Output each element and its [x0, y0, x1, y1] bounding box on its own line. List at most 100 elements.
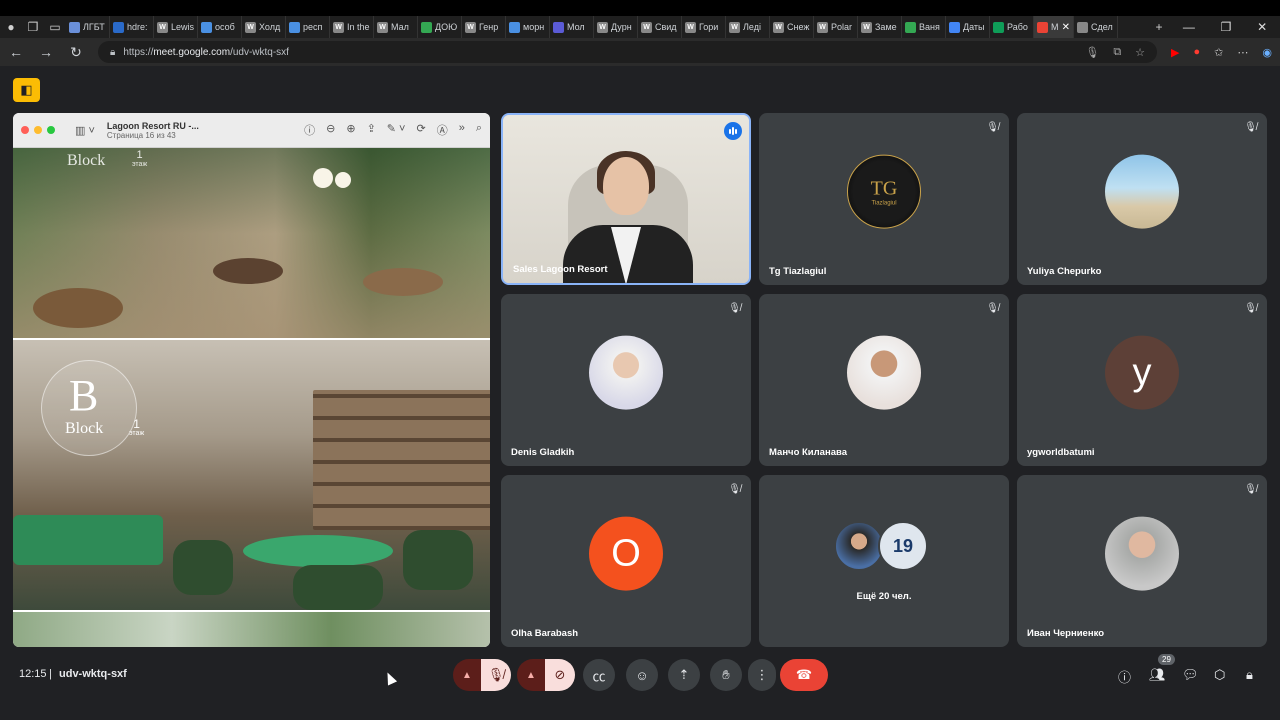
zoom-dot-icon[interactable]	[47, 126, 55, 134]
browser-tab[interactable]: W Заме	[858, 16, 902, 38]
maximize-icon[interactable]: ❐	[1221, 20, 1232, 34]
microphone-icon[interactable]: 🎙︎	[1085, 46, 1099, 59]
zoom-in-icon[interactable]: ⊕	[346, 122, 355, 138]
favorite-star-icon[interactable]: ☆	[1135, 46, 1145, 59]
back-icon[interactable]: ←	[8, 44, 24, 60]
document-page: Страница 16 из 43	[106, 130, 176, 140]
minimize-icon[interactable]: —	[1183, 20, 1195, 34]
mic-off-icon: 🎙︎̸	[986, 122, 999, 133]
host-controls-icon[interactable]: 🔒︎	[1246, 667, 1253, 683]
captions-button[interactable]: ㏄	[583, 659, 615, 691]
info-icon[interactable]: ⓘ	[304, 122, 315, 138]
participant-tile[interactable]: 🎙︎̸ Denis Gladkih	[501, 294, 751, 466]
share-icon[interactable]: ⇪	[367, 122, 376, 138]
table-shape	[213, 258, 283, 284]
camera-off-button[interactable]: ⊘	[545, 659, 575, 691]
video-options-button[interactable]: ▲	[517, 659, 545, 691]
sidebar-toggle-icon[interactable]: ▥ ˅	[75, 124, 95, 137]
emoji-reaction-button[interactable]: ☺	[626, 659, 658, 691]
raise-hand-button[interactable]: ✋︎	[710, 659, 742, 691]
browser-tab[interactable]: W Мал	[374, 16, 418, 38]
browser-tab[interactable]: W Lewis	[154, 16, 198, 38]
participant-tile[interactable]: y 🎙︎̸ ygworldbatumi	[1017, 294, 1267, 466]
browser-tab[interactable]: респ	[286, 16, 330, 38]
document-title: Lagoon Resort RU -...	[106, 120, 199, 131]
browser-tab[interactable]: Сдел	[1074, 16, 1118, 38]
browser-tab[interactable]: M ✕	[1034, 16, 1074, 38]
browser-tab[interactable]: hdre:	[110, 16, 154, 38]
leave-call-button[interactable]: ☎︎	[780, 659, 828, 691]
browser-tab[interactable]: Мол	[550, 16, 594, 38]
floor-word: этаж	[129, 430, 145, 437]
participant-tile[interactable]: TG Tiazlagiul 🎙︎̸ Tg Tiazlagiul	[759, 113, 1009, 285]
copilot-icon[interactable]: ◉	[1262, 46, 1272, 59]
close-dot-icon[interactable]	[21, 126, 29, 134]
floor-label: 1 этаж	[129, 418, 144, 437]
zoom-out-icon[interactable]: ⊖	[326, 122, 335, 138]
participant-tile[interactable]: 🎙︎̸ Манчо Киланава	[759, 294, 1009, 466]
record-extension-icon[interactable]: ●	[1194, 46, 1201, 58]
browser-tab[interactable]: Даты	[946, 16, 990, 38]
rotate-icon[interactable]: ⟳	[416, 122, 425, 138]
reload-icon[interactable]: ↻	[68, 44, 84, 61]
browser-tab[interactable]: ЛГБТ	[66, 16, 110, 38]
search-icon[interactable]: ⌕	[476, 122, 482, 138]
browser-tab[interactable]: морн	[506, 16, 550, 38]
browser-tab[interactable]: Рабо	[990, 16, 1034, 38]
present-screen-button[interactable]: ⇡	[668, 659, 700, 691]
markup-icon[interactable]: ✎ ˅	[387, 122, 406, 138]
browser-tab[interactable]: W Леді	[726, 16, 770, 38]
workspaces-icon[interactable]: ❐	[22, 16, 44, 38]
youtube-extension-icon[interactable]: ▶	[1171, 46, 1179, 59]
annotate-icon[interactable]: Ⓐ	[437, 122, 448, 138]
browser-tab[interactable]: W Гори	[682, 16, 726, 38]
participant-tile[interactable]: 🎙︎̸ Иван Черниенко	[1017, 475, 1267, 647]
browser-tab[interactable]: W Polar	[814, 16, 858, 38]
browser-tab[interactable]: ДОЮ	[418, 16, 462, 38]
browser-tab[interactable]: W Дурн	[594, 16, 638, 38]
browser-tab[interactable]: W In the	[330, 16, 374, 38]
more-options-button[interactable]: ⋮	[748, 659, 776, 691]
meeting-code[interactable]: udv-wktq-sxf	[59, 668, 127, 680]
browser-tab[interactable]: W Свид	[638, 16, 682, 38]
avatar-letter: O	[611, 532, 641, 575]
people-icon[interactable]: 👥︎	[1149, 667, 1166, 683]
drive-favicon-icon	[421, 21, 432, 33]
viewer-actions: ⓘ ⊖ ⊕ ⇪ ✎ ˅ ⟳ Ⓐ » ⌕	[304, 122, 482, 138]
browser-tab[interactable]: особ	[198, 16, 242, 38]
browser-tab[interactable]: W Снеж	[770, 16, 814, 38]
url-input[interactable]: 🔒︎ https://meet.google.com/udv-wktq-sxf …	[98, 41, 1158, 63]
avatar	[589, 335, 663, 410]
browser-tab[interactable]: W Генр	[462, 16, 506, 38]
extensions: ▶ ● ✩ ⋯ ◉	[1171, 46, 1272, 59]
tab-label: M	[1051, 22, 1059, 32]
wiki-favicon-icon: W	[245, 21, 256, 33]
minimize-dot-icon[interactable]	[34, 126, 42, 134]
install-app-icon[interactable]: ⧉	[1113, 46, 1121, 59]
more-menu-icon[interactable]: ⋯	[1237, 46, 1248, 59]
browser-tab[interactable]: Ваня	[902, 16, 946, 38]
omnibox-actions: 🎙︎ ⧉ ☆	[1085, 46, 1145, 59]
close-tab-icon[interactable]: ✕	[1062, 22, 1070, 33]
overflow-icon[interactable]: »	[459, 122, 465, 138]
participant-tile[interactable]: 🎙︎̸ Yuliya Chepurko	[1017, 113, 1267, 285]
participant-tile[interactable]: Sales Lagoon Resort	[501, 113, 751, 285]
activities-icon[interactable]: ⬡	[1214, 667, 1225, 683]
meeting-details-icon[interactable]: ⓘ	[1118, 667, 1131, 686]
tab-label: Дурн	[611, 22, 632, 32]
browser-tab[interactable]: W Холд	[242, 16, 286, 38]
forward-icon[interactable]: →	[38, 44, 54, 60]
microphone-off-button[interactable]: 🎙︎̸	[481, 659, 511, 691]
chat-icon[interactable]: 💬︎	[1182, 667, 1199, 683]
browser-profile-icon[interactable]: ●	[0, 16, 22, 38]
docs-favicon-icon	[949, 21, 960, 33]
wiki-favicon-icon: W	[861, 21, 872, 33]
participant-tile[interactable]: O 🎙︎̸ Olha Barabash	[501, 475, 751, 647]
tab-actions-icon[interactable]: ▭	[44, 16, 66, 38]
participant-video	[503, 115, 749, 283]
audio-options-button[interactable]: ▲	[453, 659, 481, 691]
favorites-icon[interactable]: ✩	[1214, 46, 1223, 59]
new-tab-button[interactable]: +	[1148, 16, 1170, 38]
close-window-icon[interactable]: ✕	[1257, 20, 1267, 34]
participant-tile[interactable]: 19 Ещё 20 чел.	[759, 475, 1009, 647]
